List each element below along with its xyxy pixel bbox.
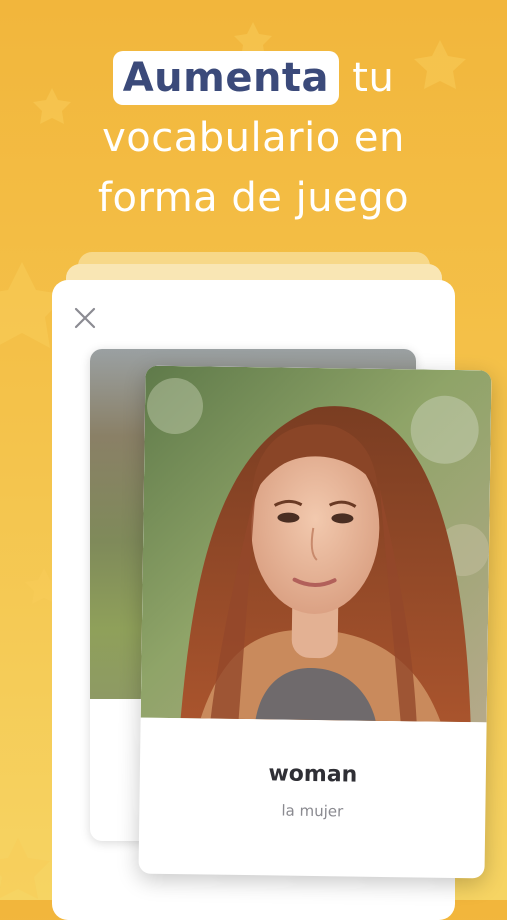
flashcard-translation: la mujer: [281, 801, 344, 821]
star-icon: [0, 838, 50, 899]
headline-line-1: Aumenta tu: [0, 48, 507, 108]
headline-line-1-rest: tu: [339, 55, 395, 101]
headline-highlight: Aumenta: [112, 51, 340, 105]
headline-line-3: forma de juego: [97, 175, 410, 221]
headline: Aumenta tu vocabulario en forma de juego: [0, 48, 507, 228]
close-button[interactable]: [72, 305, 98, 331]
flashcard[interactable]: woman la mujer: [138, 365, 492, 879]
headline-line-2: vocabulario en: [102, 115, 405, 161]
flashcard-image: [140, 365, 492, 723]
flashcard-word: woman: [268, 761, 358, 788]
close-icon: [74, 307, 96, 329]
